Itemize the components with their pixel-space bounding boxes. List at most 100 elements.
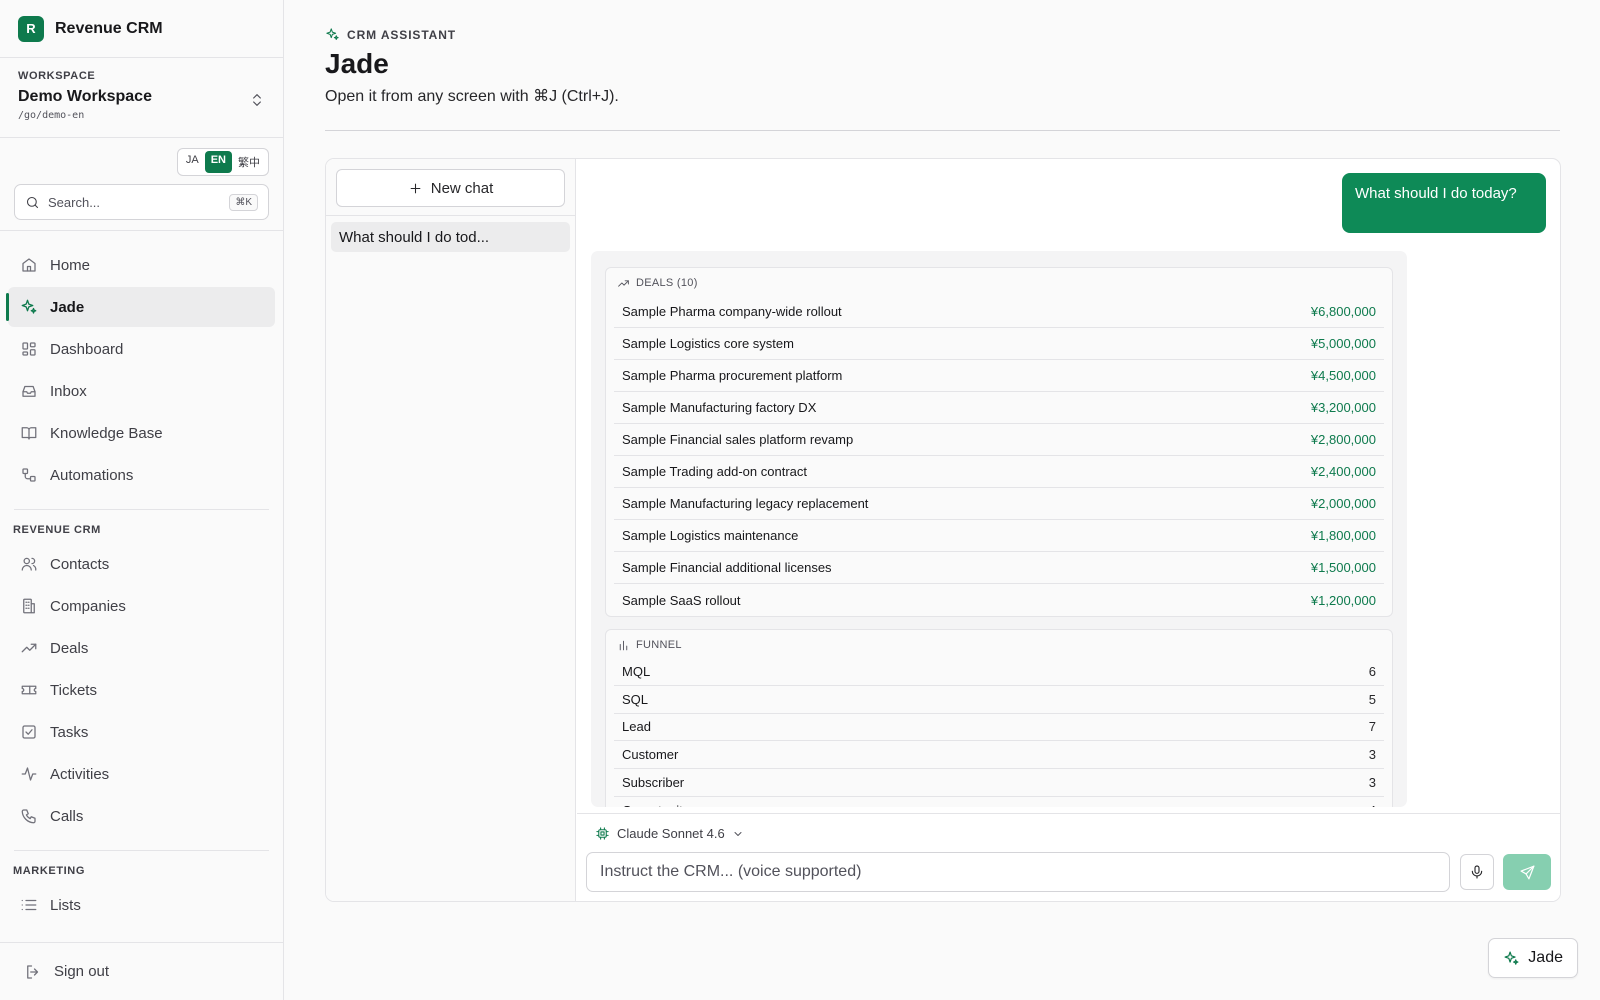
nav-item-tasks[interactable]: Tasks [8, 712, 275, 752]
search-placeholder: Search... [48, 194, 101, 210]
cpu-icon [595, 826, 610, 841]
jade-launcher-button[interactable]: Jade [1488, 938, 1578, 978]
lang-zh-hant[interactable]: 繁中 [232, 151, 266, 173]
funnel-count: 4 [1369, 803, 1376, 807]
chevron-down-icon [732, 828, 744, 840]
table-row[interactable]: Sample Logistics maintenance ¥1,800,000 [614, 520, 1384, 552]
nav-item-jade[interactable]: Jade [6, 287, 275, 327]
funnel-count: 3 [1368, 747, 1376, 763]
funnel-count: 6 [1368, 663, 1376, 679]
table-row[interactable]: SQL 5 [614, 686, 1384, 714]
section-marketing: MARKETING [13, 865, 86, 877]
checkbox-icon [20, 723, 38, 741]
table-row[interactable]: Sample Logistics core system ¥5,000,000 [614, 328, 1384, 360]
page-subtitle: Open it from any screen with ⌘J (Ctrl+J)… [325, 88, 619, 105]
nav-label: Activities [50, 765, 110, 783]
voice-input-button[interactable] [1460, 854, 1494, 890]
funnel-stage: Subscriber [622, 775, 685, 791]
home-icon [20, 256, 38, 274]
mic-icon [1469, 864, 1485, 880]
table-row[interactable]: Sample Financial sales platform revamp ¥2… [614, 424, 1384, 456]
table-row[interactable]: Sample Pharma company-wide rollout ¥6,800… [614, 296, 1384, 328]
nav-label: Home [50, 256, 91, 274]
table-row[interactable]: MQL 6 [614, 658, 1384, 686]
nav-item-contacts[interactable]: Contacts [8, 544, 275, 584]
nav-item-lists[interactable]: Lists [8, 885, 275, 925]
deal-amount: ¥1,800,000 [1310, 528, 1376, 543]
nav-item-automations[interactable]: Automations [8, 455, 275, 495]
nav-item-home[interactable]: Home [8, 245, 275, 285]
nav-item-companies[interactable]: Companies [8, 586, 275, 626]
sign-out-label: Sign out [54, 963, 110, 980]
nav-item-knowledge-base[interactable]: Knowledge Base [8, 413, 275, 453]
table-row[interactable]: Sample SaaS rollout ¥1,200,000 [614, 584, 1384, 616]
brand[interactable]: R Revenue CRM [0, 0, 283, 58]
funnel-stage: Customer [622, 747, 679, 763]
lang-en[interactable]: EN [204, 151, 232, 173]
new-chat-label: New chat [430, 179, 494, 197]
workspace-name: Demo Workspace [18, 88, 152, 105]
divider [326, 215, 575, 216]
divider [14, 850, 269, 851]
deal-name: Sample Manufacturing factory DX [622, 400, 817, 415]
deal-name: Sample Trading add-on contract [622, 464, 807, 479]
nav-label: Calls [50, 807, 84, 825]
deal-amount: ¥2,000,000 [1310, 496, 1376, 511]
main-content: CRM ASSISTANT Jade Open it from any scre… [285, 0, 1600, 1000]
nav-item-deals[interactable]: Deals [8, 628, 275, 668]
activity-icon [20, 765, 38, 783]
nav-revenue: Contacts Companies Deals Tickets Tasks A… [0, 544, 283, 836]
conversation-item[interactable]: What should I do tod... [331, 222, 570, 252]
nav-label: Dashboard [50, 340, 124, 358]
table-row[interactable]: Subscriber 3 [614, 769, 1384, 797]
user-message: What should I do today? [1342, 173, 1546, 233]
table-row[interactable]: Lead 7 [614, 714, 1384, 742]
deal-amount: ¥6,800,000 [1310, 304, 1376, 319]
divider [14, 509, 269, 510]
search-icon [25, 195, 40, 210]
nav-item-dashboard[interactable]: Dashboard [8, 329, 275, 369]
section-revenue-crm: REVENUE CRM [13, 524, 101, 536]
table-row[interactable]: Opportunity 4 [614, 797, 1384, 807]
chevrons-up-down-icon[interactable] [249, 92, 265, 108]
table-row[interactable]: Sample Trading add-on contract ¥2,400,000 [614, 456, 1384, 488]
workspace-switcher[interactable]: WORKSPACE Demo Workspace /go/demo-en [0, 58, 283, 138]
model-selector[interactable]: Claude Sonnet 4.6 [595, 826, 744, 841]
workflow-icon [20, 466, 38, 484]
table-row[interactable]: Sample Manufacturing legacy replacement ¥… [614, 488, 1384, 520]
brand-name: Revenue CRM [55, 19, 163, 37]
log-out-icon [24, 963, 42, 981]
new-chat-button[interactable]: New chat [336, 169, 565, 207]
nav-item-tickets[interactable]: Tickets [8, 670, 275, 710]
funnel-count: 3 [1368, 775, 1376, 791]
table-row[interactable]: Sample Pharma procurement platform ¥4,500… [614, 360, 1384, 392]
nav-item-inbox[interactable]: Inbox [8, 371, 275, 411]
nav-item-activities[interactable]: Activities [8, 754, 275, 794]
lang-ja[interactable]: JA [180, 151, 205, 173]
nav-label: Jade [50, 298, 85, 316]
funnel-count: 7 [1368, 719, 1376, 735]
table-row[interactable]: Sample Manufacturing factory DX ¥3,200,00… [614, 392, 1384, 424]
trend-icon [617, 277, 630, 290]
sparkle-icon [325, 27, 340, 42]
inbox-icon [20, 382, 38, 400]
sign-out-button[interactable]: Sign out [0, 942, 283, 1000]
table-row[interactable]: Sample Financial additional licenses ¥1,5… [614, 552, 1384, 584]
prompt-input[interactable] [586, 852, 1450, 892]
deal-amount: ¥3,200,000 [1310, 400, 1376, 415]
model-name: Claude Sonnet 4.6 [617, 826, 725, 841]
send-button[interactable] [1503, 854, 1551, 890]
assistant-message: DEALS (10) Sample Pharma company-wide ro… [591, 251, 1407, 807]
sparkle-icon [20, 298, 38, 316]
nav-label: Tickets [50, 681, 97, 699]
nav-item-calls[interactable]: Calls [8, 796, 275, 836]
composer: Claude Sonnet 4.6 [577, 813, 1560, 901]
nav-label: Tasks [50, 723, 89, 741]
workspace-label: WORKSPACE [18, 70, 96, 82]
table-row[interactable]: Customer 3 [614, 741, 1384, 770]
deals-list: Sample Pharma company-wide rollout ¥6,800… [606, 296, 1392, 616]
chat-panel: New chat What should I do tod... What sh… [325, 158, 1561, 902]
language-toggle: JA EN 繁中 [176, 148, 269, 176]
search-box[interactable]: Search... ⌘K [14, 184, 269, 220]
deal-name: Sample SaaS rollout [622, 592, 741, 608]
